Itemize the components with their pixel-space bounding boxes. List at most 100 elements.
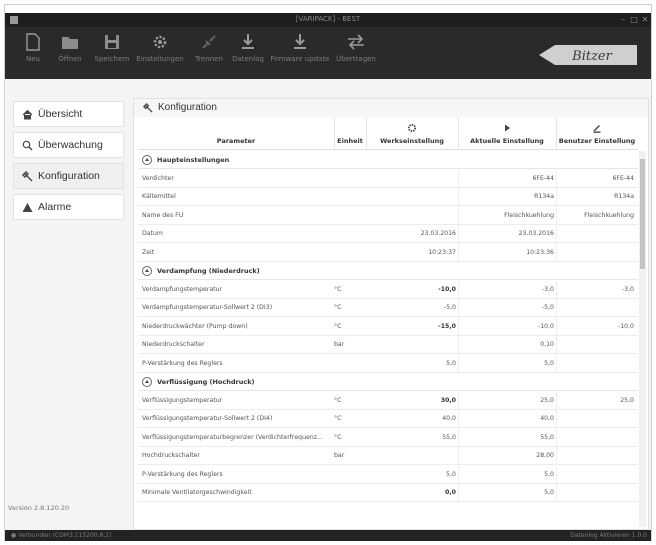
user-value[interactable]: 25,0 <box>556 397 634 404</box>
current-value: 0,10 <box>540 341 554 348</box>
factory-value: 23.03.2016 <box>420 230 456 237</box>
cell-separator <box>458 354 459 373</box>
table-row[interactable]: Verdampfungstemperatur-Sollwert 2 (DI3) °… <box>138 299 638 317</box>
user-value[interactable]: Fleischkuehlung <box>556 212 634 219</box>
table-row[interactable]: Zeit 10:23:37 10:23:36 <box>138 243 638 262</box>
parameter-name: P-Verstärkung des Reglers <box>142 470 223 478</box>
table-row[interactable]: Datum 23.03.2016 23.03.2016 <box>138 225 638 243</box>
parameter-name: P-Verstärkung des Reglers <box>142 359 223 367</box>
sidebar-item-alarms[interactable]: Alarme <box>13 194 124 220</box>
toolbar-firmware-button[interactable]: Firmware update <box>269 33 331 77</box>
current-value: -10,0 <box>537 322 554 330</box>
gear-icon <box>407 123 417 133</box>
status-bar: ● Verbunden (COM3,115200,8,1) Datenlog A… <box>5 530 651 541</box>
cell-separator <box>556 465 557 484</box>
factory-value: -5,0 <box>443 304 456 311</box>
current-value: 5,0 <box>544 489 554 496</box>
toolbar-disconnect-label: Trennen <box>195 55 223 63</box>
factory-value: 40,0 <box>442 415 456 422</box>
cell-separator <box>458 169 459 188</box>
user-value[interactable]: -3,0 <box>556 286 634 293</box>
warning-icon <box>22 203 33 212</box>
sidebar: Übersicht Überwachung Konfiguration Alar… <box>5 79 130 529</box>
table-row[interactable]: Name des FU Fleischkuehlung Fleischkuehlun… <box>138 206 638 225</box>
unit-cell: °C <box>334 396 342 404</box>
parameter-name: Niederdruckschalter <box>142 341 205 348</box>
collapse-icon[interactable] <box>142 377 152 387</box>
column-header-parameter[interactable]: Parameter <box>138 118 334 150</box>
toolbar-datalog-button[interactable]: Datenlog <box>231 33 265 77</box>
collapse-icon[interactable] <box>142 266 152 276</box>
table-row[interactable]: Verflüssigungstemperatur °C 30,0 25,0 25,0 <box>138 391 638 410</box>
cell-separator <box>556 225 557 243</box>
column-header-user[interactable]: Benutzer Einstellung <box>556 118 638 150</box>
toolbar-settings-label: Einstellungen <box>136 55 184 63</box>
cell-separator <box>458 280 459 299</box>
factory-value: 55,0 <box>442 433 456 441</box>
window-title: [VARIPACK] - BEST <box>295 15 361 23</box>
toolbar-open-button[interactable]: Öffnen <box>53 33 87 77</box>
user-value[interactable]: R134a <box>556 193 634 200</box>
firmware-update-icon <box>294 34 306 49</box>
sidebar-item-label: Konfiguration <box>38 170 100 182</box>
user-value[interactable]: 6FE-44 <box>556 175 634 182</box>
sidebar-item-overview[interactable]: Übersicht <box>13 101 124 127</box>
table-row[interactable]: Verdichter 6FE-44 6FE-44 <box>138 169 638 188</box>
toolbar-save-button[interactable]: Speichern <box>93 33 131 77</box>
section-header[interactable]: Verflüssigung (Hochdruck) <box>138 373 638 391</box>
toolbar-settings-button[interactable]: Einstellungen <box>135 33 185 77</box>
close-button[interactable]: ✕ <box>639 14 651 26</box>
factory-value: 30,0 <box>440 396 456 404</box>
cell-separator <box>556 410 557 428</box>
table-row[interactable]: Verflüssigungstemperaturbegrenzer (Verdi… <box>138 428 638 447</box>
table-row[interactable]: Verflüssigungstemperatur-Sollwert 2 (DI4… <box>138 410 638 428</box>
collapse-icon[interactable] <box>142 155 152 165</box>
cell-separator <box>458 206 459 225</box>
datalog-status[interactable]: Datenlog Aktivieren 1.0.0 <box>570 532 647 539</box>
table-row[interactable]: Verdampfungstemperatur °C -10,0 -3,0 -3,0 <box>138 280 638 299</box>
table-row[interactable]: Minimale Ventilatorgeschwindigkeit 0,0 5,0 <box>138 484 638 502</box>
vertical-scrollbar[interactable] <box>639 151 646 527</box>
toolbar-disconnect-button[interactable]: Trennen <box>191 33 227 77</box>
unit-cell: °C <box>334 433 342 441</box>
sidebar-item-configuration[interactable]: Konfiguration <box>13 163 124 189</box>
current-value: 25,0 <box>540 396 554 404</box>
toolbar-new-button[interactable]: Neu <box>19 33 47 77</box>
current-value: 5,0 <box>544 359 554 367</box>
parameter-name: Minimale Ventilatorgeschwindigkeit <box>142 489 252 496</box>
column-header-current[interactable]: Aktuelle Einstellung <box>458 118 556 150</box>
wrench-icon <box>22 171 33 182</box>
unit-cell: bar <box>334 452 345 459</box>
unit-cell: °C <box>334 285 342 293</box>
table-row[interactable]: P-Verstärkung des Reglers 5,0 5,0 <box>138 354 638 373</box>
factory-value: 10:23:37 <box>428 248 456 256</box>
sidebar-item-monitoring[interactable]: Überwachung <box>13 132 124 158</box>
section-header[interactable]: Haupteinstellungen <box>138 151 638 169</box>
unit-cell: bar <box>334 341 345 348</box>
parameter-name: Verflüssigungstemperatur-Sollwert 2 (DI4… <box>142 415 273 422</box>
table-row[interactable]: P-Verstärkung des Reglers 5,0 5,0 <box>138 465 638 484</box>
table-header: Parameter Einheit Werkseinstellung Aktue… <box>138 118 638 150</box>
section-header[interactable]: Verdampfung (Niederdruck) <box>138 262 638 280</box>
folder-icon <box>62 37 78 49</box>
column-header-unit[interactable]: Einheit <box>334 118 366 150</box>
scrollbar-thumb[interactable] <box>640 159 645 269</box>
cell-separator <box>458 465 459 484</box>
table-row[interactable]: Kältemittel R134a R134a <box>138 188 638 206</box>
toolbar-transfer-button[interactable]: Übertragen <box>333 33 379 77</box>
cell-separator <box>458 299 459 317</box>
toolbar: Neu Öffnen Speichern Einstellungen Trenn… <box>5 27 651 79</box>
cell-separator <box>556 336 557 354</box>
toolbar-transfer-label: Übertragen <box>336 55 376 63</box>
toolbar-new-label: Neu <box>26 55 40 63</box>
column-header-factory[interactable]: Werkseinstellung <box>366 118 458 150</box>
table-row[interactable]: Hochdruckschalter bar 28,00 <box>138 447 638 465</box>
cell-separator <box>556 428 557 447</box>
home-icon <box>22 109 33 120</box>
table-row[interactable]: Niederdruckwächter (Pump down) °C -15,0 -10… <box>138 317 638 336</box>
search-icon <box>22 140 33 151</box>
current-value: 6FE-44 <box>532 174 554 182</box>
gear-icon <box>153 35 167 49</box>
user-value[interactable]: -10,0 <box>556 323 634 330</box>
table-row[interactable]: Niederdruckschalter bar 0,10 <box>138 336 638 354</box>
